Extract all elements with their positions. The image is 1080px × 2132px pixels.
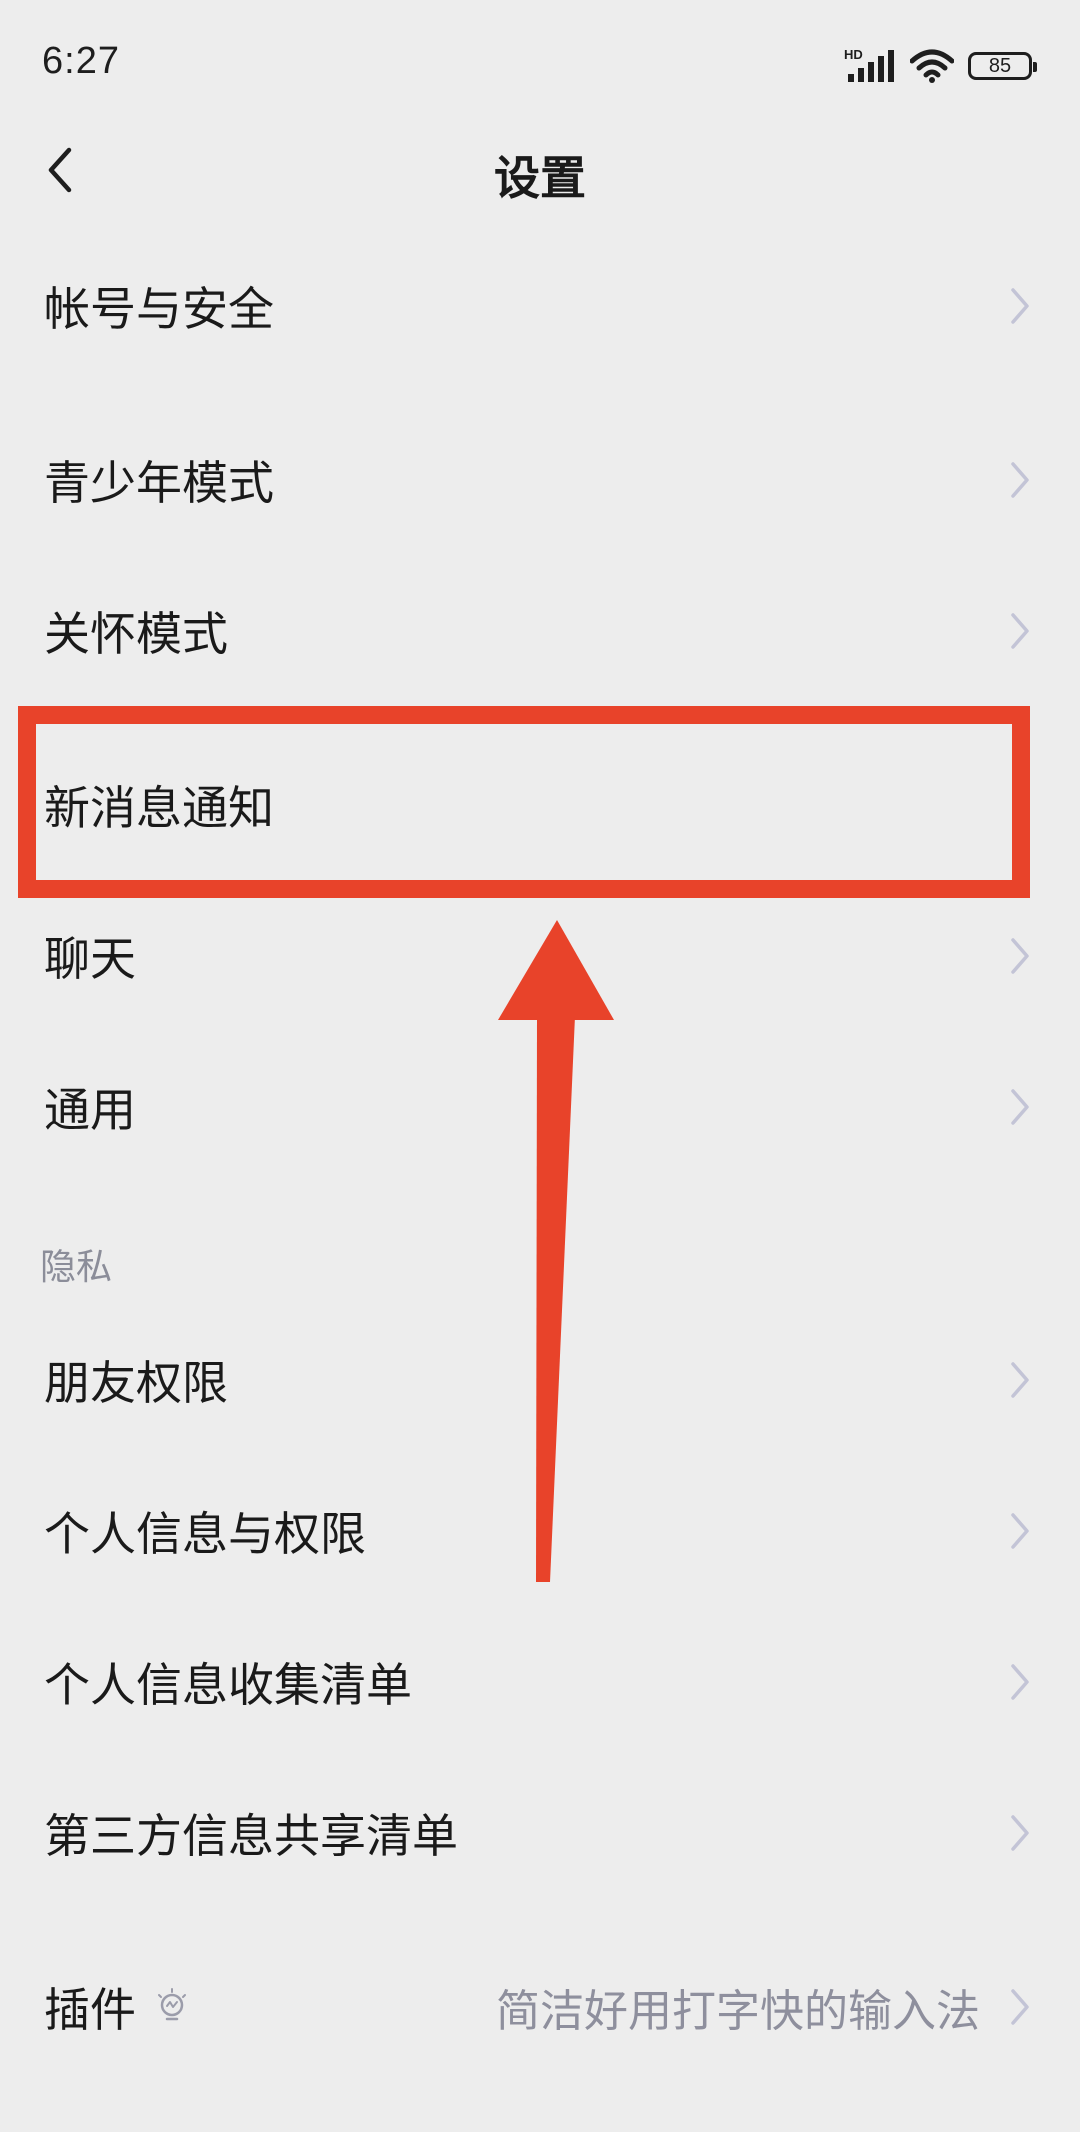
settings-item-personal-info-permissions[interactable]: 个人信息与权限 (0, 1471, 1080, 1591)
settings-item-teen-mode[interactable]: 青少年模式 (0, 420, 1080, 540)
signal-icon: HD (844, 48, 894, 82)
settings-item-label: 插件 (44, 1983, 136, 2037)
chevron-right-icon (1011, 462, 1029, 498)
plugin-subtitle: 简洁好用打字快的输入法 (496, 1986, 980, 2037)
status-bar: 6:27 HD 85 (0, 0, 1080, 140)
settings-item-label: 聊天 (44, 932, 136, 986)
nav-bar: 设置 (0, 120, 1080, 220)
settings-item-label: 新消息通知 (44, 781, 274, 835)
settings-item-label: 通用 (44, 1083, 136, 1137)
settings-item-third-party-sharing[interactable]: 第三方信息共享清单 (0, 1773, 1080, 1893)
chevron-right-icon (1011, 1089, 1029, 1125)
lightbulb-icon (158, 1988, 186, 2021)
settings-item-new-message-notification[interactable]: 新消息通知 (0, 745, 1080, 865)
status-time: 6:27 (42, 40, 120, 82)
settings-item-label: 个人信息与权限 (44, 1507, 366, 1561)
settings-item-personal-info-collection[interactable]: 个人信息收集清单 (0, 1622, 1080, 1742)
settings-item-label: 朋友权限 (44, 1356, 228, 1410)
settings-item-account-security[interactable]: 帐号与安全 (0, 246, 1080, 366)
settings-item-chat[interactable]: 聊天 (0, 896, 1080, 1016)
chevron-right-icon (1011, 1664, 1029, 1700)
page-title: 设置 (494, 151, 586, 205)
settings-item-care-mode[interactable]: 关怀模式 (0, 571, 1080, 691)
settings-item-label: 关怀模式 (44, 607, 228, 661)
chevron-right-icon (1011, 1989, 1029, 2025)
settings-item-general[interactable]: 通用 (0, 1047, 1080, 1167)
settings-item-friend-permissions[interactable]: 朋友权限 (0, 1320, 1080, 1440)
settings-item-label: 第三方信息共享清单 (44, 1809, 458, 1863)
chevron-right-icon (1011, 288, 1029, 324)
settings-item-plugins[interactable]: 插件 简洁好用打字快的输入法 (0, 1947, 1080, 2067)
chevron-right-icon (1011, 1815, 1029, 1851)
settings-item-label: 青少年模式 (44, 456, 274, 510)
network-label: HD (844, 48, 863, 62)
chevron-right-icon (1011, 1362, 1029, 1398)
battery-level: 85 (988, 54, 1012, 77)
wifi-icon (910, 49, 954, 83)
chevron-right-icon (1011, 613, 1029, 649)
status-icons: HD 85 (844, 48, 1037, 84)
battery-icon: 85 (968, 52, 1037, 80)
settings-item-label: 帐号与安全 (44, 282, 274, 336)
chevron-right-icon (1011, 1513, 1029, 1549)
settings-item-label: 个人信息收集清单 (44, 1658, 412, 1712)
section-title-privacy: 隐私 (40, 1247, 113, 1288)
chevron-right-icon (1011, 938, 1029, 974)
